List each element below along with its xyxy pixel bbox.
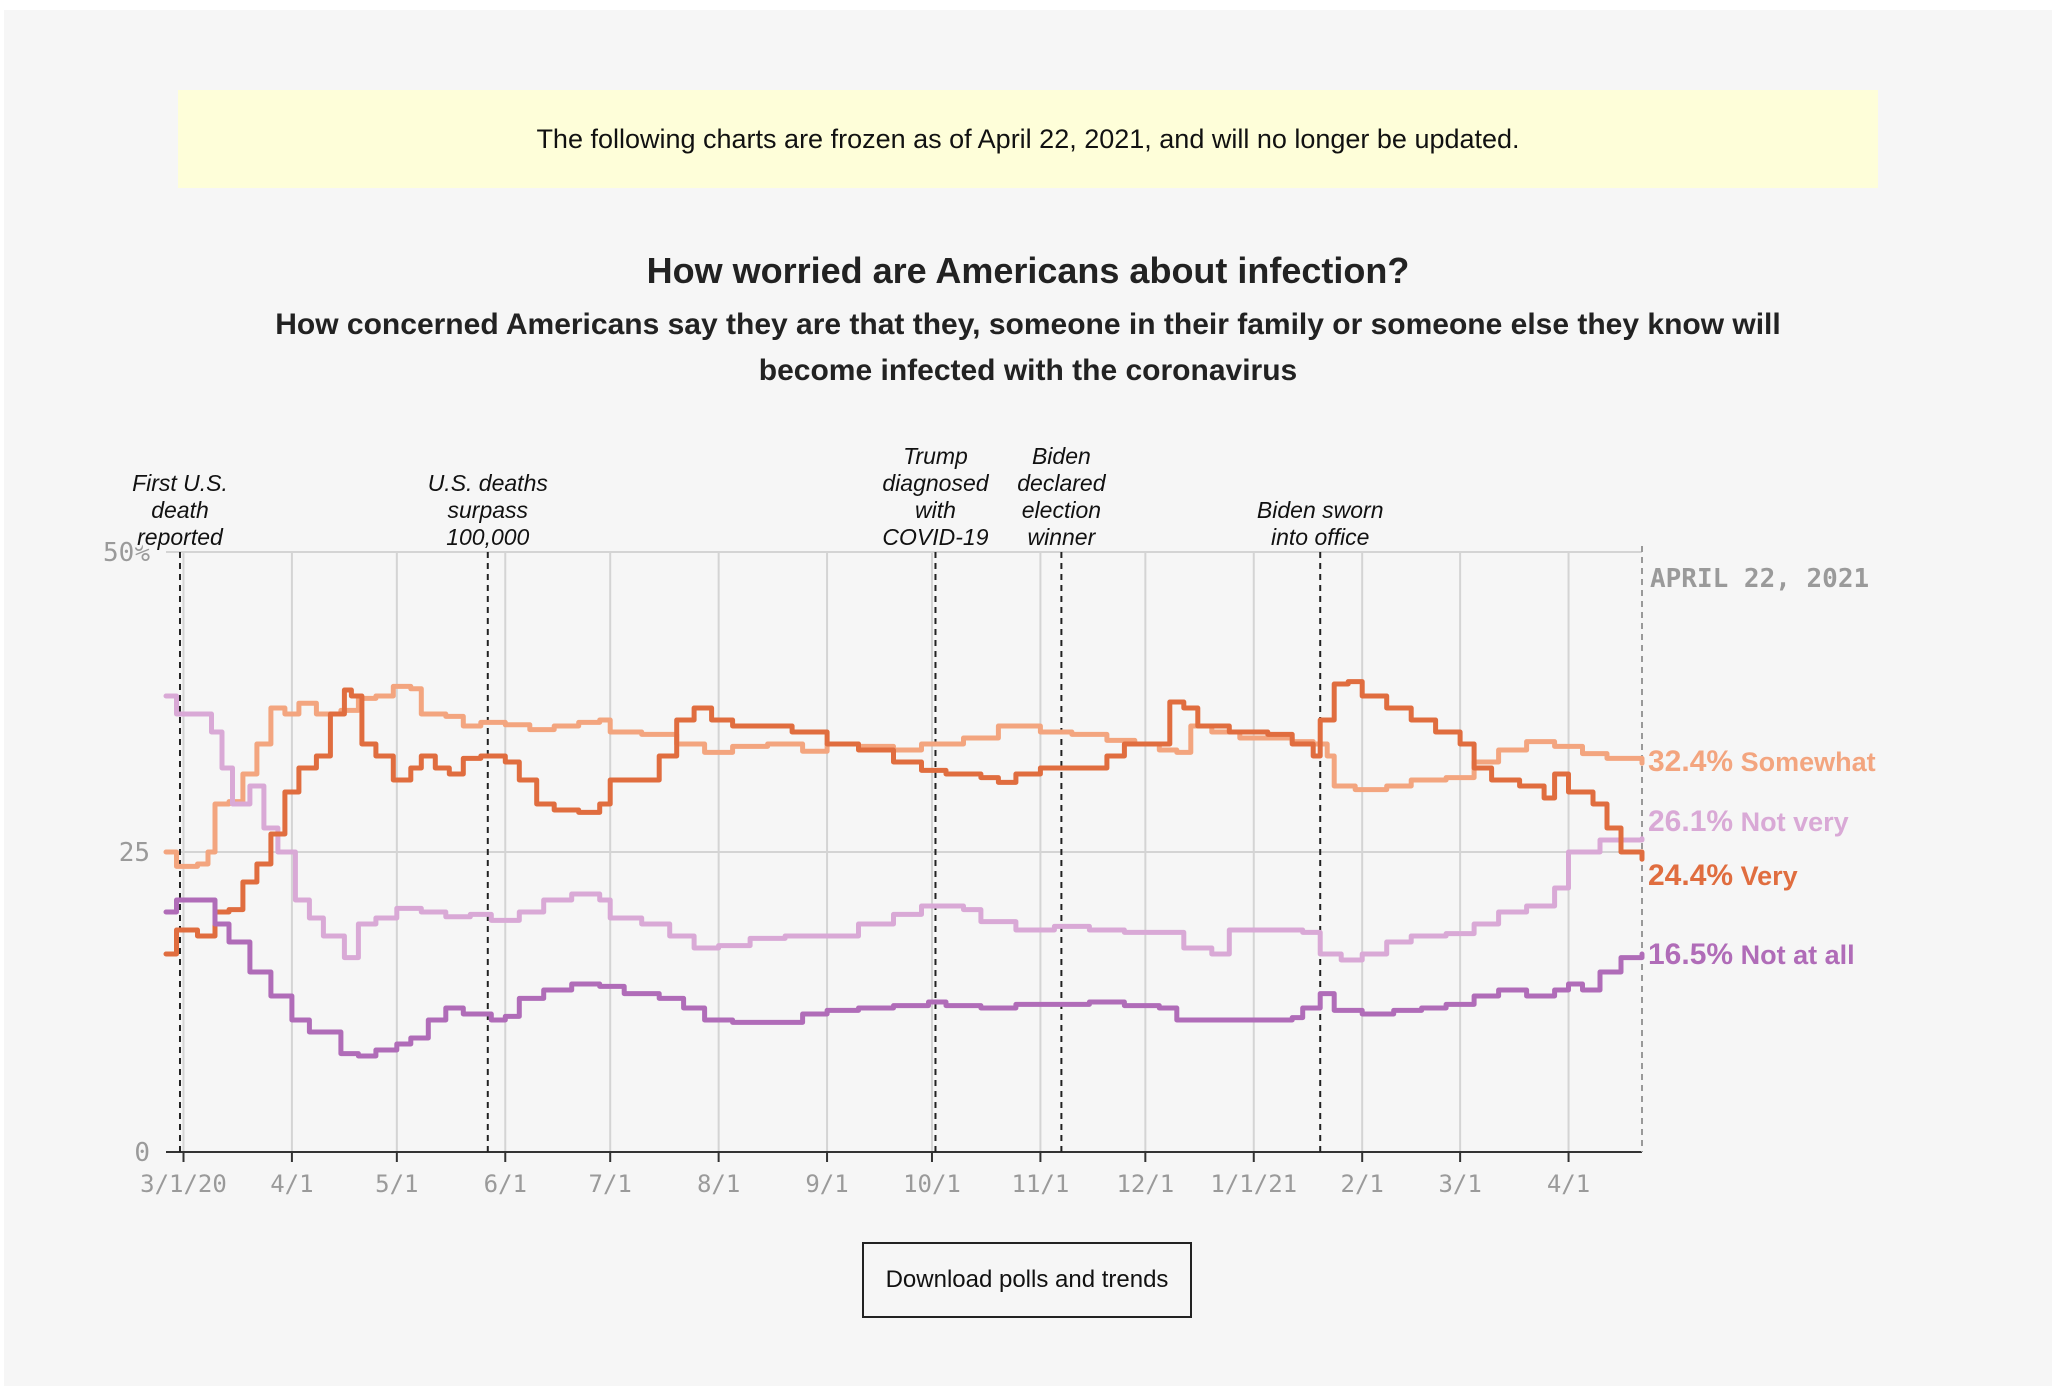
event-annotation-label: Biden sworn xyxy=(1257,497,1384,523)
end-date-label: APRIL 22, 2021 xyxy=(1650,564,1869,594)
series-line-not-at-all xyxy=(163,897,1645,1059)
event-annotation-label: surpass xyxy=(448,497,529,523)
event-annotation-label: 100,000 xyxy=(446,524,529,550)
series-line-not-very xyxy=(163,693,1645,963)
series-end-label: 24.4% Very xyxy=(1648,859,1798,892)
line-chart: 02550%3/1/20 4/1 5/1 6/1 7/1 8/1 9/1 10/1 11/1 12… xyxy=(103,441,1878,1199)
x-tick-label: 5/1 xyxy=(375,1170,418,1198)
download-polls-button[interactable]: Download polls and trends xyxy=(862,1242,1192,1318)
x-tick-label: 1/1/21 xyxy=(1210,1170,1297,1198)
y-tick-label: 0 xyxy=(134,1138,150,1168)
x-tick-label: 8/1 xyxy=(697,1170,740,1198)
x-tick-label: 10/1 xyxy=(903,1170,961,1198)
event-annotation-label: death xyxy=(151,497,209,523)
x-tick-label: 6/1 xyxy=(484,1170,527,1198)
x-tick-label: 3/1/20 xyxy=(140,1170,227,1198)
event-annotation-label: into office xyxy=(1271,524,1369,550)
x-tick-label: 9/1 xyxy=(805,1170,848,1198)
event-annotation-label: winner xyxy=(1028,524,1097,550)
event-annotation-label: First U.S. xyxy=(132,470,228,496)
x-tick-label: 11/1 xyxy=(1012,1170,1070,1198)
event-annotation-label: Biden xyxy=(1032,443,1091,469)
series-end-label: 26.1% Not very xyxy=(1648,805,1849,838)
event-annotation-label: COVID-19 xyxy=(882,524,988,550)
x-tick-label: 4/1 xyxy=(270,1170,313,1198)
series-line-somewhat xyxy=(163,683,1645,869)
x-tick-label: 4/1 xyxy=(1547,1170,1590,1198)
series-end-label: 16.5% Not at all xyxy=(1648,938,1855,971)
x-tick-label: 2/1 xyxy=(1341,1170,1384,1198)
x-tick-label: 12/1 xyxy=(1116,1170,1174,1198)
event-annotation-label: with xyxy=(915,497,956,523)
x-tick-label: 3/1 xyxy=(1438,1170,1481,1198)
series-end-label: 32.4% Somewhat xyxy=(1648,745,1876,778)
event-annotation-label: U.S. deaths xyxy=(428,470,549,496)
event-annotation-label: declared xyxy=(1017,470,1106,496)
event-annotation-label: reported xyxy=(137,524,224,550)
event-annotation-label: Trump xyxy=(903,443,968,469)
y-tick-label: 25 xyxy=(119,838,150,868)
event-annotation-label: election xyxy=(1022,497,1101,523)
x-tick-label: 7/1 xyxy=(589,1170,632,1198)
event-annotation-label: diagnosed xyxy=(882,470,989,496)
